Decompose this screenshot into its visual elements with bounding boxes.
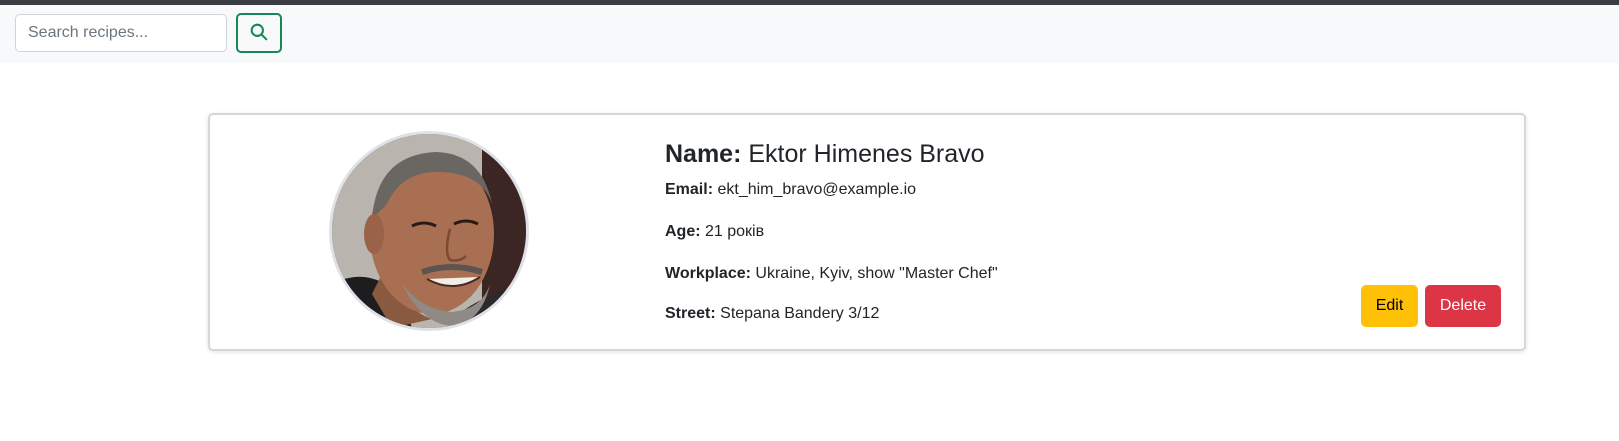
email-value: ekt_him_bravo@example.io	[717, 181, 917, 198]
street-label: Street:	[665, 305, 716, 322]
edit-button[interactable]: Edit	[1361, 285, 1418, 327]
age-value: 21 років	[705, 223, 765, 240]
search-icon	[250, 23, 268, 44]
search-input[interactable]	[15, 14, 227, 52]
workplace-value: Ukraine, Kyiv, show "Master Chef"	[755, 265, 998, 282]
profile-info: Name: Ektor Himenes Bravo Email: ekt_him…	[665, 137, 1305, 325]
search-button[interactable]	[236, 13, 282, 53]
street-value: Stepana Bandery 3/12	[720, 305, 880, 322]
name-label: Name:	[665, 140, 742, 168]
profile-workplace: Workplace: Ukraine, Kyiv, show "Master C…	[665, 263, 1305, 285]
avatar	[329, 131, 529, 331]
name-value: Ektor Himenes Bravo	[748, 140, 985, 168]
profile-street: Street: Stepana Bandery 3/12	[665, 303, 1305, 325]
delete-button[interactable]: Delete	[1425, 285, 1501, 327]
email-label: Email:	[665, 181, 714, 198]
age-label: Age:	[665, 223, 701, 240]
workplace-label: Workplace:	[665, 265, 751, 282]
profile-card: Name: Ektor Himenes Bravo Email: ekt_him…	[208, 113, 1526, 351]
profile-age: Age: 21 років	[665, 221, 1305, 243]
navbar	[0, 5, 1619, 63]
profile-name: Name: Ektor Himenes Bravo	[665, 137, 1305, 171]
profile-email: Email: ekt_him_bravo@example.io	[665, 179, 1305, 201]
